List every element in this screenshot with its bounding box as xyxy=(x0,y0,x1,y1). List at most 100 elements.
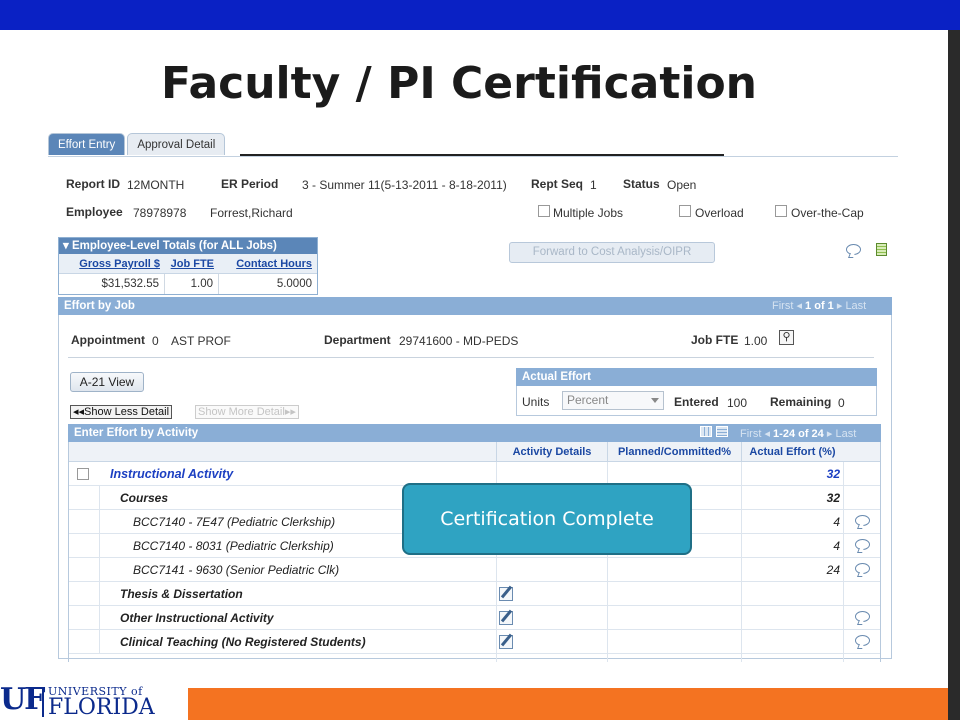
contact-hours-value: 5.0000 xyxy=(276,278,312,290)
forward-icon: ▸▸ xyxy=(284,406,296,418)
activity-pager: First ◂ 1-24 of 24 ▸ Last xyxy=(740,427,856,440)
rept-seq-label: Rept Seq xyxy=(531,177,584,191)
comment-icon[interactable] xyxy=(855,611,870,622)
job-pager: First ◂ 1 of 1 ▸ Last xyxy=(772,299,866,312)
comment-icon[interactable] xyxy=(855,515,870,526)
units-select[interactable]: Percent xyxy=(562,391,664,410)
activity-label: BCC7140 - 8031 (Pediatric Clerkship) xyxy=(133,539,334,553)
rewind-icon: ◂◂ xyxy=(73,406,85,418)
comment-icon[interactable] xyxy=(855,635,870,646)
units-label: Units xyxy=(522,395,550,409)
slide-edge xyxy=(948,30,960,720)
comment-icon[interactable] xyxy=(855,539,870,550)
comment-icon[interactable] xyxy=(846,244,861,255)
remaining-value: 0 xyxy=(838,396,845,410)
over-the-cap-checkbox[interactable] xyxy=(775,205,787,217)
edit-icon[interactable] xyxy=(499,587,513,601)
multiple-jobs-label: Multiple Jobs xyxy=(553,206,624,220)
table-row[interactable]: Clinical Teaching (No Registered Student… xyxy=(69,630,880,654)
report-id-value: 12MONTH xyxy=(127,178,185,192)
top-banner xyxy=(0,0,960,30)
tab-bar: Effort Entry Approval Detail xyxy=(48,133,227,157)
contact-hours-header[interactable]: Contact Hours xyxy=(219,254,317,273)
job-nav-range: 1 of 1 xyxy=(805,300,834,312)
job-nav-last[interactable]: Last xyxy=(845,300,866,312)
a21-view-button[interactable]: A-21 View xyxy=(70,372,144,392)
job-fte-header[interactable]: Job FTE xyxy=(165,254,219,273)
appointment-label: Appointment xyxy=(71,333,145,347)
nav-arrow-icon[interactable]: ◂ xyxy=(764,428,770,440)
er-period-label: ER Period xyxy=(221,177,279,191)
status-label: Status xyxy=(623,177,660,191)
footer-bar xyxy=(188,688,948,720)
spreadsheet-icon[interactable] xyxy=(876,243,887,256)
tab-approval-detail[interactable]: Approval Detail xyxy=(127,133,226,155)
employee-id: 78978978 xyxy=(133,206,187,220)
employee-name: Forrest,Richard xyxy=(210,206,293,220)
job-fte-value: 1.00 xyxy=(744,334,768,348)
actual-effort-column[interactable]: Actual Effort (%) xyxy=(741,442,843,462)
planned-committed-column[interactable]: Planned/Committed% xyxy=(607,442,741,462)
edit-icon[interactable] xyxy=(499,635,513,649)
actual-effort-value: 32 xyxy=(826,491,840,505)
table-row[interactable]: Thesis & Dissertation xyxy=(69,582,880,606)
table-row[interactable]: BCC7141 - 9630 (Senior Pediatric Clk) 24 xyxy=(69,558,880,582)
row-select-checkbox[interactable] xyxy=(77,468,89,480)
department-label: Department xyxy=(324,333,391,347)
nav-arrow-icon[interactable]: ▸ xyxy=(827,428,833,440)
forward-cost-analysis-button[interactable]: Forward to Cost Analysis/OIPR xyxy=(509,242,715,263)
download-icon[interactable] xyxy=(716,426,728,437)
activity-nav-first[interactable]: First xyxy=(740,428,761,440)
uf-logo-divider xyxy=(42,687,44,717)
actual-effort-value: 4 xyxy=(833,539,840,553)
employee-totals-header[interactable]: ▾ Employee-Level Totals (for ALL Jobs) xyxy=(59,238,317,254)
employee-totals-panel: ▾ Employee-Level Totals (for ALL Jobs) G… xyxy=(58,237,318,295)
status-value: Open xyxy=(667,178,697,192)
over-the-cap-label: Over-the-Cap xyxy=(791,206,864,220)
activity-title: Enter Effort by Activity xyxy=(74,427,199,439)
actual-effort-value: 24 xyxy=(826,563,840,577)
remaining-label: Remaining xyxy=(770,395,832,409)
rept-seq-value: 1 xyxy=(590,178,597,192)
table-row[interactable]: Other Instructional Activity xyxy=(69,606,880,630)
search-icon[interactable]: ⚲ xyxy=(779,330,794,345)
multiple-jobs-checkbox[interactable] xyxy=(538,205,550,217)
actual-effort-header: Actual Effort xyxy=(516,368,877,386)
overload-checkbox[interactable] xyxy=(679,205,691,217)
activity-details-column[interactable]: Activity Details xyxy=(496,442,607,462)
overload-label: Overload xyxy=(695,206,744,220)
actual-effort-value: 4 xyxy=(833,515,840,529)
nav-arrow-icon[interactable]: ◂ xyxy=(796,300,802,312)
grid-view-icon[interactable] xyxy=(700,426,712,437)
report-id-label: Report ID xyxy=(66,177,120,191)
activity-label: BCC7141 - 9630 (Senior Pediatric Clk) xyxy=(133,563,340,577)
activity-label: Other Instructional Activity xyxy=(120,611,274,625)
comment-icon[interactable] xyxy=(855,563,870,574)
effort-by-job-header: Effort by Job xyxy=(58,297,892,315)
activity-label: Courses xyxy=(120,491,169,505)
uf-logo: UF UNIVERSITY of FLORIDA xyxy=(0,683,170,720)
job-nav-first[interactable]: First xyxy=(772,300,793,312)
show-less-detail-button[interactable]: ◂◂Show Less Detail xyxy=(70,405,173,419)
activity-nav-range: 1-24 of 24 xyxy=(773,428,824,440)
activity-label[interactable]: Instructional Activity xyxy=(110,462,233,486)
chevron-down-icon xyxy=(651,398,659,403)
job-fte-label: Job FTE xyxy=(691,333,739,347)
show-more-detail-button[interactable]: Show More Detail▸▸ xyxy=(195,405,299,419)
collapse-icon[interactable]: ▾ xyxy=(63,240,72,252)
er-period-value: 3 - Summer 11(5-13-2011 - 8-18-2011) xyxy=(302,178,507,192)
tab-effort-entry[interactable]: Effort Entry xyxy=(48,133,126,155)
nav-arrow-icon[interactable]: ▸ xyxy=(837,300,843,312)
tab-underline xyxy=(48,156,898,157)
uf-logo-florida: FLORIDA xyxy=(48,695,155,720)
activity-nav-last[interactable]: Last xyxy=(835,428,856,440)
appointment-value: AST PROF xyxy=(171,334,231,348)
entered-label: Entered xyxy=(674,395,719,409)
edit-icon[interactable] xyxy=(499,611,513,625)
gross-payroll-header[interactable]: Gross Payroll $ xyxy=(59,254,165,273)
entered-value: 100 xyxy=(727,396,748,410)
certification-complete-callout: Certification Complete xyxy=(402,483,692,555)
units-select-value: Percent xyxy=(567,393,609,407)
job-fte-total-value: 1.00 xyxy=(165,274,219,294)
department-value: 29741600 - MD-PEDS xyxy=(399,334,519,348)
